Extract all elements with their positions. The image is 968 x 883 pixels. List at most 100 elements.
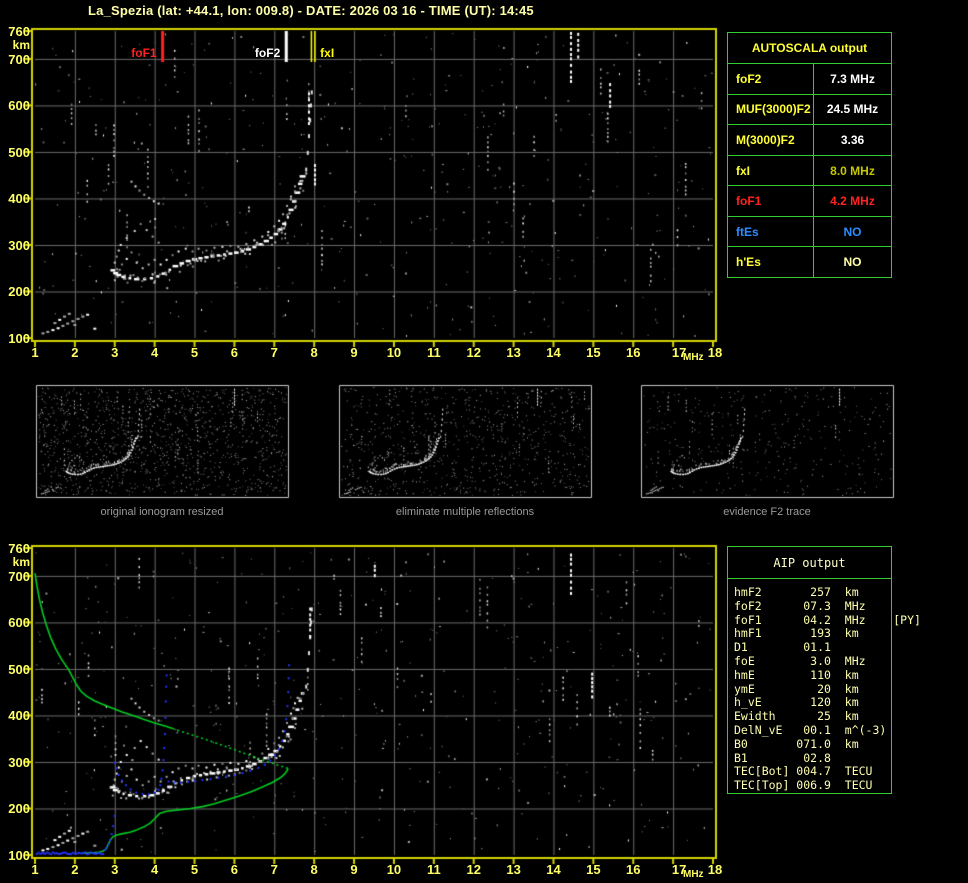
bottom-ionogram-xtick-5: 5 (190, 862, 199, 877)
marker-label-foF1: foF1 (131, 46, 157, 60)
top-ionogram-xtick-10: 10 (386, 345, 402, 360)
bottom-ionogram-xtick-12: 12 (466, 862, 481, 877)
aip-row-foF2: foF2 07.3 MHz (734, 598, 887, 613)
bottom-ionogram-xtick-14: 14 (546, 862, 561, 877)
aip-row-TEC[Bot]: TEC[Bot] 004.7 TECU (734, 764, 887, 779)
top-ionogram-ytick-200: 200 (8, 284, 30, 300)
autoscala-label: h'Es (728, 247, 814, 278)
top-ionogram-ytick-500: 500 (8, 144, 30, 160)
top-ionogram-ytick-100: 100 (8, 331, 30, 346)
bottom-ionogram-ytick-760: 760 (8, 541, 30, 556)
autoscala-row-foF1: foF1 4.2 MHz (728, 186, 891, 217)
top-ionogram-xtick-6: 6 (230, 345, 239, 360)
autoscala-value: 7.3 MHz (830, 71, 875, 86)
bottom-ionogram-xtick-17: 17 (671, 862, 687, 877)
aip-row-hmF2: hmF2 257 km (734, 585, 887, 599)
top-ionogram-xtick-12: 12 (466, 345, 481, 360)
top-ionogram-ytick-600: 600 (8, 98, 30, 114)
bottom-ionogram-xtick-10: 10 (386, 862, 402, 877)
top-ionogram-xtick-3: 3 (111, 345, 119, 360)
top-ionogram-xtick-1: 1 (31, 345, 39, 360)
bottom-ionogram-xtick-11: 11 (426, 862, 441, 877)
autoscala-label: foF1 (728, 186, 814, 216)
autoscala-value: 24.5 MHz (826, 102, 879, 117)
aip-row-hmE: hmE 110 km (734, 667, 887, 682)
top-ionogram-xtick-18: 18 (707, 345, 723, 360)
bottom-yaxis-unit: km (12, 555, 30, 569)
aip-row-h_vE: h_vE 120 km (734, 695, 887, 710)
autoscala-row-M(3000)F2: M(3000)F2 3.36 (728, 125, 891, 156)
bottom-ionogram-ytick-500: 500 (8, 661, 30, 677)
autoscala-value: 8.0 MHz (830, 163, 875, 178)
bottom-ionogram-xtick-2: 2 (71, 862, 79, 877)
bottom-ionogram-xtick-8: 8 (310, 862, 318, 877)
thumbnail-caption-eliminate: eliminate multiple reflections (395, 506, 535, 518)
bottom-ionogram-xtick-15: 15 (586, 862, 601, 877)
autoscala-label: fxI (728, 155, 814, 186)
bottom-ionogram-xtick-4: 4 (151, 862, 159, 877)
top-ionogram-xtick-17: 17 (671, 345, 687, 360)
autoscala-table-title: AUTOSCALA output (728, 33, 891, 64)
top-ionogram-xtick-14: 14 (546, 345, 561, 360)
bottom-ionogram-ytick-100: 100 (8, 848, 30, 863)
aip-row-B0: B0 071.0 km (734, 736, 887, 751)
top-ionogram-xtick-16: 16 (626, 345, 641, 360)
aip-row-B1: B1 02.8 (734, 750, 887, 765)
aip-row-foF1: foF1 04.2 MHz [PY] (734, 612, 921, 627)
thumbnail-caption-evidence: evidence F2 trace (723, 506, 811, 518)
bottom-ionogram-ytick-300: 300 (8, 754, 30, 770)
bottom-ionogram-xtick-13: 13 (506, 862, 521, 877)
aip-output-table: AIP output hmF2 257 km foF2 07.3 MHz foF… (727, 546, 921, 794)
bottom-ionogram-ytick-200: 200 (8, 801, 30, 817)
top-ionogram-xtick-8: 8 (310, 345, 318, 360)
aip-table-title: AIP output (728, 547, 891, 579)
bottom-ionogram-xtick-7: 7 (270, 862, 278, 877)
top-ionogram-xtick-4: 4 (151, 345, 159, 360)
top-ionogram-xtick-2: 2 (71, 345, 79, 360)
autoscala-value: 3.36 (840, 132, 865, 147)
top-ionogram-xtick-15: 15 (586, 345, 601, 360)
aip-row-hmF1: hmF1 193 km (734, 626, 887, 641)
marker-label-fxI: fxI (320, 46, 335, 60)
autoscala-row-fxI: fxI 8.0 MHz (728, 155, 891, 187)
bottom-ionogram-xtick-1: 1 (31, 862, 39, 877)
bottom-ionogram-ytick-600: 600 (8, 615, 30, 631)
autoscala-value: NO (843, 224, 862, 239)
aip-row-TEC[Top]: TEC[Top] 006.9 TECU (734, 778, 887, 793)
top-yaxis-unit: km (12, 38, 30, 52)
autoscala-value: 4.2 MHz (830, 194, 875, 209)
autoscala-row-foF2: foF2 7.3 MHz (728, 64, 891, 95)
autoscala-row-MUF(3000)F2: MUF(3000)F2 24.5 MHz (728, 94, 891, 126)
aip-row-foE: foE 3.0 MHz (734, 653, 887, 668)
aip-row-D1: D1 01.1 (734, 640, 887, 655)
autoscala-label: MUF(3000)F2 (728, 94, 814, 125)
bottom-ionogram-ytick-400: 400 (8, 708, 30, 724)
top-ionogram-xtick-7: 7 (270, 345, 278, 360)
top-ionogram-xtick-11: 11 (426, 345, 441, 360)
autoscala-label: M(3000)F2 (728, 125, 814, 155)
top-ionogram-ytick-400: 400 (8, 191, 30, 207)
bottom-ionogram-xtick-6: 6 (230, 862, 239, 877)
bottom-ionogram-xtick-9: 9 (350, 862, 358, 877)
page-title: La_Spezia (lat: +44.1, lon: 009.8) - DAT… (88, 3, 534, 18)
top-ionogram-xtick-9: 9 (350, 345, 358, 360)
bottom-ionogram-xtick-3: 3 (111, 862, 119, 877)
autoscala-label: ftEs (728, 216, 814, 247)
aip-table-body: hmF2 257 km foF2 07.3 MHz foF1 04.2 MHz … (728, 579, 921, 793)
bottom-ionogram-ytick-700: 700 (8, 568, 30, 584)
top-ionogram-ytick-300: 300 (8, 237, 30, 253)
top-ionogram-ytick-700: 700 (8, 51, 30, 67)
autoscala-row-h'Es: h'Es NO (728, 247, 891, 278)
marker-label-foF2: foF2 (254, 46, 281, 60)
autoscala-output-table: AUTOSCALA output foF2 7.3 MHz MUF(3000)F2 2… (727, 32, 892, 278)
top-ionogram-xtick-13: 13 (506, 345, 521, 360)
aip-row-Ewidth: Ewidth 25 km (734, 709, 887, 724)
top-ionogram-ytick-760: 760 (8, 24, 30, 39)
autoscala-value: NO (843, 255, 862, 270)
aip-row-ymE: ymE 20 km (734, 681, 887, 696)
bottom-ionogram-xtick-18: 18 (707, 862, 723, 877)
top-ionogram-xtick-5: 5 (190, 345, 199, 360)
aip-row-DelN_vE: DelN_vE 00.1 m^(-3) (734, 722, 887, 737)
thumbnail-caption-original: original ionogram resized (100, 506, 224, 518)
autoscala-row-ftEs: ftEs NO (728, 216, 891, 248)
